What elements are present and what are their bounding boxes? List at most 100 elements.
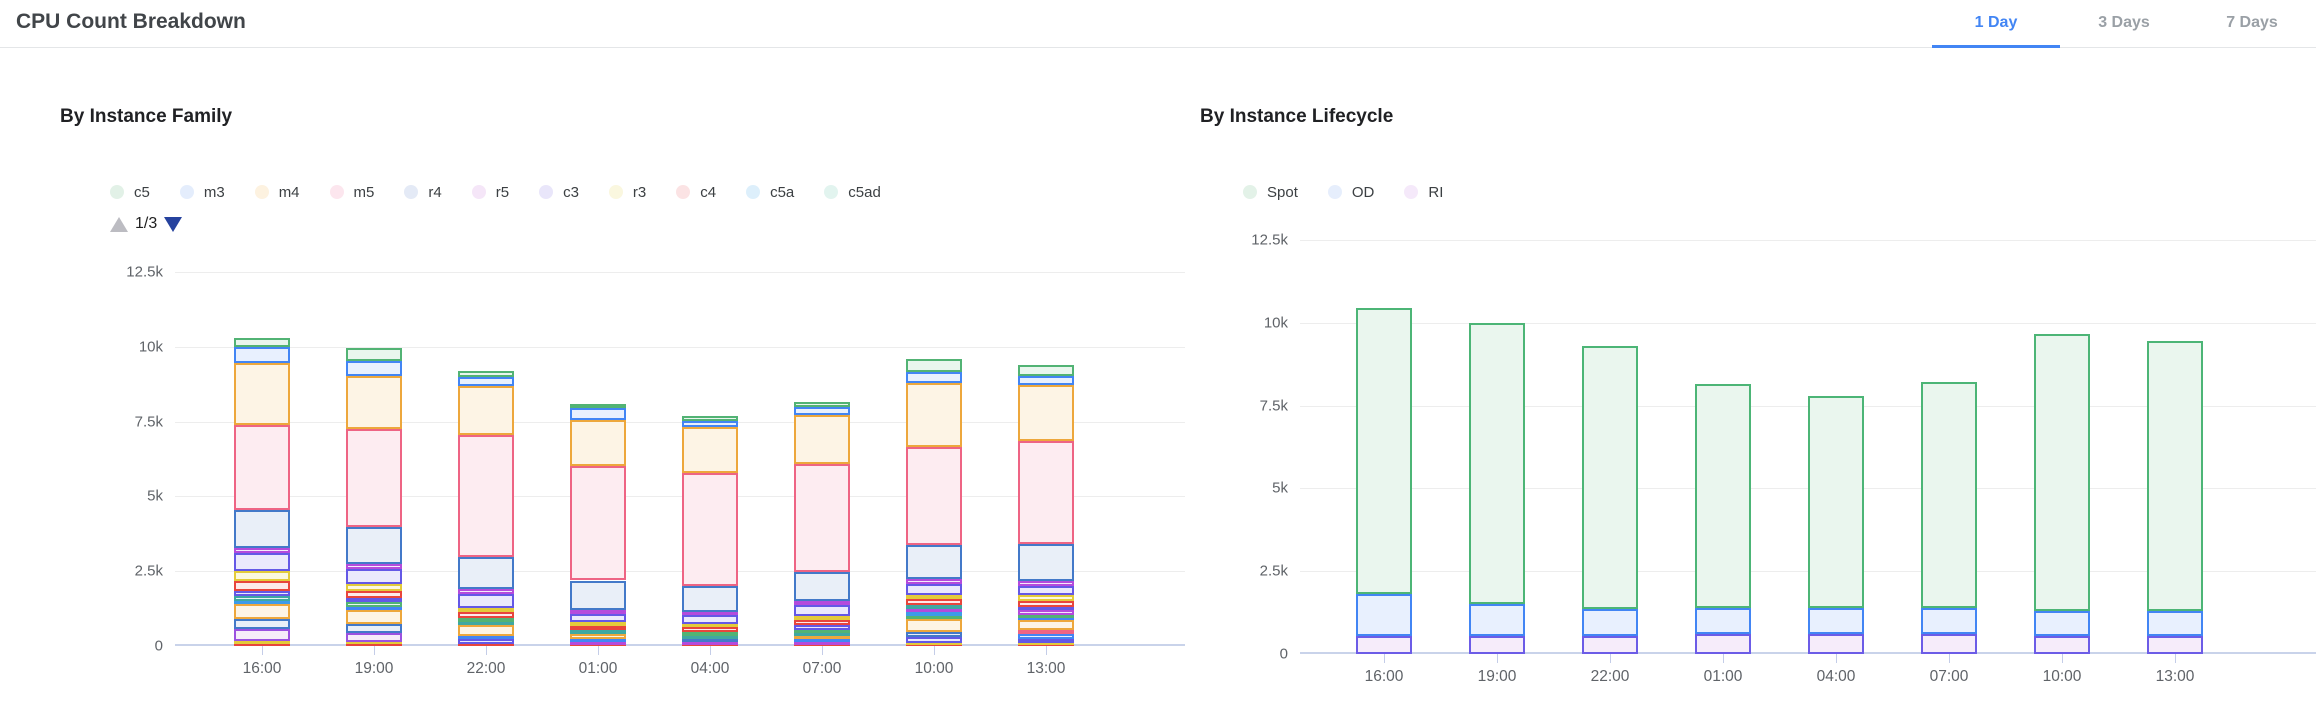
bar-segment-RI[interactable] (1695, 634, 1751, 654)
bar-segment-RI[interactable] (1921, 634, 1977, 654)
bar-segment-RI[interactable] (1469, 636, 1525, 654)
bar-segment-teal[interactable] (570, 630, 626, 634)
bar-segment-yellow[interactable] (458, 608, 514, 612)
bar-segment-OD[interactable] (1469, 604, 1525, 635)
bar-segment-amber[interactable] (346, 610, 402, 623)
legend-item-c5[interactable]: c5 (110, 184, 150, 201)
bar-segment-magenta[interactable] (1018, 581, 1074, 586)
bar-segment-teal[interactable] (906, 605, 962, 609)
bar-segment-amber[interactable] (570, 634, 626, 639)
bar-segment-rose[interactable] (1018, 441, 1074, 545)
bar-segment-rose[interactable] (1018, 630, 1074, 634)
bar-segment-purple[interactable] (682, 615, 738, 623)
bar-segment-magenta[interactable] (458, 589, 514, 593)
bar-segment-purple[interactable] (794, 605, 850, 616)
bar-segment-RI[interactable] (2147, 636, 2203, 654)
legend-item-c5a[interactable]: c5a (746, 184, 794, 201)
legend-item-OD[interactable]: OD (1328, 184, 1375, 201)
bar-segment-sky[interactable] (906, 612, 962, 616)
bar-segment-violet[interactable] (346, 633, 402, 642)
bar-segment-RI[interactable] (1356, 636, 1412, 654)
bar-segment-green[interactable] (234, 338, 290, 347)
tab-7-days[interactable]: 7 Days (2188, 0, 2316, 48)
bar-segment-amber[interactable] (570, 420, 626, 466)
bar-segment-OD[interactable] (2034, 611, 2090, 636)
bar-segment-yellow[interactable] (794, 616, 850, 620)
bar-segment-blue[interactable] (794, 407, 850, 415)
bar-segment-OD[interactable] (1356, 594, 1412, 635)
bar-segment-red[interactable] (1018, 601, 1074, 607)
bar-segment-yellow[interactable] (346, 584, 402, 591)
bar-segment-green[interactable] (682, 632, 738, 636)
bar-segment-green[interactable] (458, 371, 514, 377)
bar-segment-amber[interactable] (346, 376, 402, 429)
bar-segment-magenta[interactable] (682, 611, 738, 615)
bar-segment-Spot[interactable] (1695, 384, 1751, 608)
bar-segment-amber[interactable] (458, 386, 514, 435)
bar-segment-steel[interactable] (346, 624, 402, 633)
bar-segment-magenta[interactable] (570, 610, 626, 614)
bar-segment-Spot[interactable] (2034, 334, 2090, 611)
bar-segment-Spot[interactable] (1808, 396, 1864, 608)
bar-segment-purple[interactable] (1018, 586, 1074, 595)
bar-segment-rose[interactable] (906, 447, 962, 544)
bar-segment-steel[interactable] (794, 572, 850, 601)
bar-segment-steel[interactable] (906, 632, 962, 637)
bar-segment-steel[interactable] (458, 557, 514, 589)
legend-item-c5ad[interactable]: c5ad (824, 184, 881, 201)
bar-segment-Spot[interactable] (1469, 323, 1525, 605)
bar-segment-Spot[interactable] (2147, 341, 2203, 611)
bar-segment-green[interactable] (570, 404, 626, 408)
bar-segment-teal[interactable] (234, 596, 290, 601)
bar-segment-purple[interactable] (794, 625, 850, 629)
bar-segment-yellow[interactable] (234, 571, 290, 581)
bar-segment-purple[interactable] (234, 591, 290, 596)
bar-segment-rose[interactable] (682, 473, 738, 587)
tab-3-days[interactable]: 3 Days (2060, 0, 2188, 48)
bar-segment-blue[interactable] (346, 606, 402, 610)
bar-segment-amber[interactable] (234, 604, 290, 619)
bar-segment-blue[interactable] (458, 377, 514, 386)
bar-segment-Spot[interactable] (1582, 346, 1638, 609)
bar-segment-steel[interactable] (570, 581, 626, 611)
bar-segment-magenta[interactable] (906, 579, 962, 584)
bar-segment-Spot[interactable] (1356, 308, 1412, 594)
bar-segment-steel[interactable] (234, 619, 290, 629)
bar-segment-magenta[interactable] (1018, 610, 1074, 615)
bar-segment-red[interactable] (570, 626, 626, 630)
bar-segment-OD[interactable] (2147, 611, 2203, 636)
bar-segment-green[interactable] (1018, 365, 1074, 376)
legend-item-c3[interactable]: c3 (539, 184, 579, 201)
bar-segment-RI[interactable] (1808, 634, 1864, 654)
legend-item-r4[interactable]: r4 (404, 184, 441, 201)
bar-segment-steel[interactable] (1018, 544, 1074, 581)
bar-segment-amber[interactable] (234, 363, 290, 424)
bar-segment-amber[interactable] (1018, 385, 1074, 441)
bar-segment-violet[interactable] (234, 629, 290, 641)
bar-segment-blue[interactable] (346, 361, 402, 376)
bar-segment-steel[interactable] (234, 510, 290, 548)
bar-segment-OD[interactable] (1582, 609, 1638, 635)
bar-segment-steel[interactable] (346, 527, 402, 564)
bar-segment-OD[interactable] (1695, 608, 1751, 634)
bar-segment-purple[interactable] (906, 584, 962, 595)
bar-segment-red[interactable] (234, 581, 290, 591)
bar-segment-magenta[interactable] (346, 564, 402, 569)
bar-segment-green[interactable] (906, 359, 962, 372)
bar-segment-red[interactable] (458, 612, 514, 617)
bar-segment-Spot[interactable] (1921, 382, 1977, 607)
bar-segment-purple[interactable] (458, 594, 514, 608)
bar-segment-blue[interactable] (1018, 634, 1074, 638)
bar-segment-rose[interactable] (794, 464, 850, 572)
bar-segment-magenta[interactable] (234, 548, 290, 553)
bar-segment-rose[interactable] (458, 435, 514, 557)
bar-segment-OD[interactable] (1921, 608, 1977, 634)
bar-segment-purple[interactable] (346, 598, 402, 602)
bar-segment-green[interactable] (794, 629, 850, 633)
bar-segment-steel[interactable] (906, 545, 962, 579)
legend-item-m4[interactable]: m4 (255, 184, 300, 201)
legend-item-Spot[interactable]: Spot (1243, 184, 1298, 201)
bar-segment-amber[interactable] (794, 415, 850, 464)
bar-segment-rose[interactable] (234, 425, 290, 510)
bar-segment-blue[interactable] (570, 408, 626, 420)
